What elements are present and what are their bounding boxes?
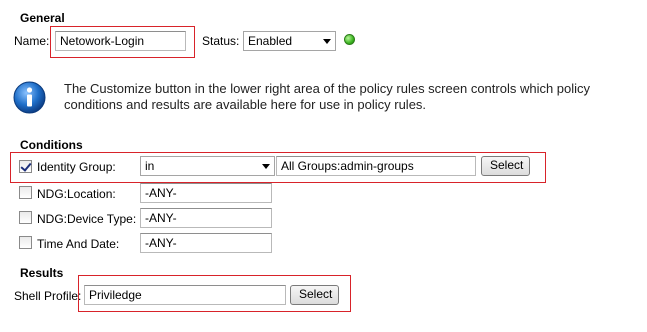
time-and-date-checkbox[interactable] <box>19 236 32 249</box>
operator-value: in <box>145 159 155 173</box>
chevron-down-icon <box>323 39 331 44</box>
time-and-date-label: Time And Date: <box>37 237 120 251</box>
info-text-line2: conditions and results are available her… <box>64 97 427 112</box>
shell-profile-input[interactable]: Priviledge <box>84 285 286 305</box>
status-select[interactable]: Enabled <box>243 31 336 51</box>
status-label: Status: <box>202 34 240 48</box>
chevron-down-icon <box>262 164 270 169</box>
status-ok-icon <box>344 34 355 45</box>
time-and-date-input[interactable]: -ANY- <box>140 233 272 253</box>
identity-group-select-button[interactable]: Select <box>481 156 530 176</box>
conditions-heading: Conditions <box>20 138 83 152</box>
general-heading: General <box>20 11 65 25</box>
name-label: Name: <box>14 34 50 48</box>
results-heading: Results <box>20 266 64 280</box>
ndg-location-checkbox[interactable] <box>19 186 32 199</box>
name-highlight <box>50 26 195 58</box>
ndg-location-label: NDG:Location: <box>37 187 116 201</box>
ndg-device-type-input[interactable]: -ANY- <box>140 208 272 228</box>
ndg-device-type-checkbox[interactable] <box>19 211 32 224</box>
ndg-location-input[interactable]: -ANY- <box>140 183 272 203</box>
shell-profile-select-button[interactable]: Select <box>290 285 339 305</box>
status-select-value: Enabled <box>248 34 293 48</box>
info-icon <box>13 81 46 114</box>
shell-profile-label: Shell Profile: <box>14 289 82 303</box>
ndg-device-type-label: NDG:Device Type: <box>37 212 137 226</box>
identity-group-operator-select[interactable]: in <box>140 156 275 176</box>
identity-group-label: Identity Group: <box>37 160 116 174</box>
identity-group-value-input[interactable]: All Groups:admin-groups <box>276 156 476 176</box>
identity-group-checkbox[interactable] <box>19 160 32 173</box>
